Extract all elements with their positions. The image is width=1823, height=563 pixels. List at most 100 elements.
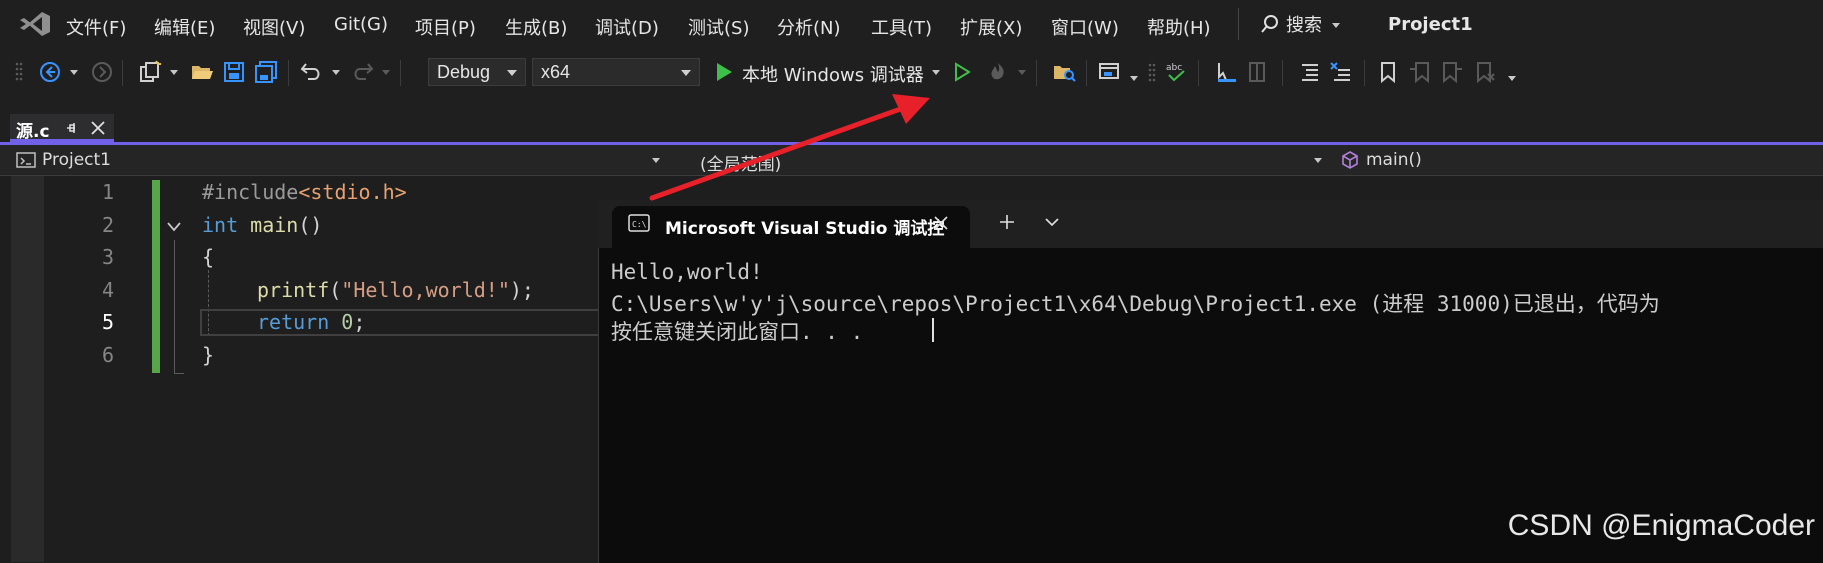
toolbar-divider xyxy=(288,60,289,86)
solution-platform-value: x64 xyxy=(541,62,571,82)
close-icon[interactable] xyxy=(90,120,106,136)
redo-icon[interactable] xyxy=(350,60,374,84)
pin-icon[interactable] xyxy=(64,120,78,136)
menu-project[interactable]: 项目(P) xyxy=(415,14,476,40)
open-folder-icon[interactable] xyxy=(190,60,214,84)
menu-window[interactable]: 窗口(W) xyxy=(1051,14,1119,40)
hot-reload-icon[interactable] xyxy=(986,60,1010,84)
svg-text:C:\: C:\ xyxy=(632,220,647,229)
menu-edit[interactable]: 编辑(E) xyxy=(154,14,215,40)
next-bookmark-icon[interactable] xyxy=(1440,60,1464,84)
tab-source-c-label: 源.c xyxy=(16,122,50,142)
include-header: <stdio.h> xyxy=(298,180,407,204)
previous-bookmark-icon[interactable] xyxy=(1408,60,1432,84)
menu-build[interactable]: 生成(B) xyxy=(505,14,567,40)
code-line-1[interactable]: #include<stdio.h> xyxy=(202,180,407,204)
preprocessor-directive: #include xyxy=(202,180,299,204)
number-literal: 0 xyxy=(341,310,354,334)
code-line-6[interactable]: } xyxy=(202,343,214,367)
undo-icon[interactable] xyxy=(300,60,324,84)
menu-debug[interactable]: 调试(D) xyxy=(595,14,659,40)
chevron-down-icon[interactable] xyxy=(166,220,182,234)
save-all-icon[interactable] xyxy=(254,60,278,84)
save-icon[interactable] xyxy=(222,60,246,84)
open-brace: { xyxy=(202,245,215,269)
clear-bookmarks-icon[interactable] xyxy=(1472,60,1496,84)
code-line-5[interactable]: return 0; xyxy=(257,310,365,334)
code-line-4[interactable]: printf("Hello,world!"); xyxy=(257,278,534,302)
start-without-debugging-icon[interactable] xyxy=(950,60,974,84)
svg-text:abc: abc xyxy=(1166,63,1182,73)
toolbar-divider xyxy=(400,60,401,86)
menu-view[interactable]: 视图(V) xyxy=(243,14,305,40)
text-cursor xyxy=(932,318,934,342)
function-call: printf xyxy=(257,278,330,302)
find-in-files-icon[interactable] xyxy=(1052,60,1076,84)
solution-configuration-value: Debug xyxy=(437,62,491,82)
properties-icon[interactable] xyxy=(1246,60,1270,84)
toolbar-divider xyxy=(1198,60,1199,86)
menu-divider xyxy=(1238,8,1239,40)
console-output-line: C:\Users\w'y'j\source\repos\Project1\x64… xyxy=(611,292,1660,316)
plus-icon[interactable] xyxy=(998,213,1016,231)
search-label: 搜索 xyxy=(1286,15,1322,36)
punctuation: ); xyxy=(509,278,534,302)
toolbar-divider xyxy=(1282,60,1283,86)
nav-member-dropdown[interactable]: main() xyxy=(1366,150,1422,170)
line-number-current: 5 xyxy=(101,310,114,334)
toolbar-grip-icon[interactable] xyxy=(1148,60,1156,84)
new-project-icon[interactable] xyxy=(138,60,162,84)
spell-check-icon[interactable]: abc xyxy=(1164,60,1188,84)
chevron-down-icon[interactable] xyxy=(170,70,178,75)
console-tab-title: Microsoft Visual Studio 调试控 xyxy=(665,219,945,239)
menu-git[interactable]: Git(G) xyxy=(334,14,388,35)
menu-help[interactable]: 帮助(H) xyxy=(1147,14,1211,40)
change-tracking-bar xyxy=(152,180,160,373)
menu-file[interactable]: 文件(F) xyxy=(66,14,126,40)
outline-guide-end xyxy=(174,373,184,374)
close-icon[interactable] xyxy=(934,216,948,230)
uncomment-lines-icon[interactable] xyxy=(1328,60,1352,84)
search-box[interactable]: 搜索 xyxy=(1260,12,1340,36)
navigate-forward-icon[interactable] xyxy=(90,60,114,84)
keyword-return: return xyxy=(257,310,330,334)
nav-project-dropdown[interactable]: Project1 xyxy=(42,150,111,170)
menu-tools[interactable]: 工具(T) xyxy=(871,14,932,40)
terminal-icon: C:\ xyxy=(628,214,650,232)
chevron-down-icon[interactable] xyxy=(1018,70,1026,75)
search-icon xyxy=(1261,15,1278,33)
indicator-margin xyxy=(11,176,44,562)
code-line-3[interactable]: { xyxy=(202,245,214,269)
toolbar-divider xyxy=(1364,60,1365,86)
menu-analyze[interactable]: 分析(N) xyxy=(777,14,841,40)
chevron-down-icon[interactable] xyxy=(70,70,78,75)
navigate-back-icon[interactable] xyxy=(38,60,62,84)
bookmark-icon[interactable] xyxy=(1376,60,1400,84)
visual-studio-logo-icon[interactable] xyxy=(18,10,52,38)
chevron-down-icon[interactable] xyxy=(1044,216,1060,228)
chevron-down-icon[interactable] xyxy=(932,70,940,75)
function-name: main xyxy=(238,213,299,237)
toggle-cursor-icon[interactable] xyxy=(1214,60,1238,84)
watermark: CSDN @EnigmaCoder xyxy=(1507,509,1815,542)
chevron-down-icon[interactable] xyxy=(1314,158,1322,163)
toolbar-grip-icon[interactable] xyxy=(14,60,24,84)
code-line-2[interactable]: int main() xyxy=(202,213,322,237)
chevron-down-icon[interactable] xyxy=(1508,76,1516,81)
solution-configuration-dropdown[interactable]: Debug xyxy=(428,58,526,86)
line-number: 1 xyxy=(101,180,114,204)
toolbar-divider xyxy=(1086,60,1087,86)
comment-lines-icon[interactable] xyxy=(1296,60,1320,84)
chevron-down-icon[interactable] xyxy=(382,70,390,75)
punctuation: () xyxy=(298,213,323,237)
menu-extensions[interactable]: 扩展(X) xyxy=(960,14,1022,40)
chevron-down-icon[interactable] xyxy=(332,70,340,75)
chevron-down-icon[interactable] xyxy=(1130,76,1138,81)
window-layout-icon[interactable] xyxy=(1098,60,1122,84)
outline-guide-line xyxy=(174,240,175,374)
punctuation: ; xyxy=(353,310,366,334)
annotation-arrow-icon xyxy=(649,94,930,201)
close-brace: } xyxy=(202,343,215,367)
string-literal: "Hello,world!" xyxy=(341,278,510,302)
menu-test[interactable]: 测试(S) xyxy=(688,14,749,40)
